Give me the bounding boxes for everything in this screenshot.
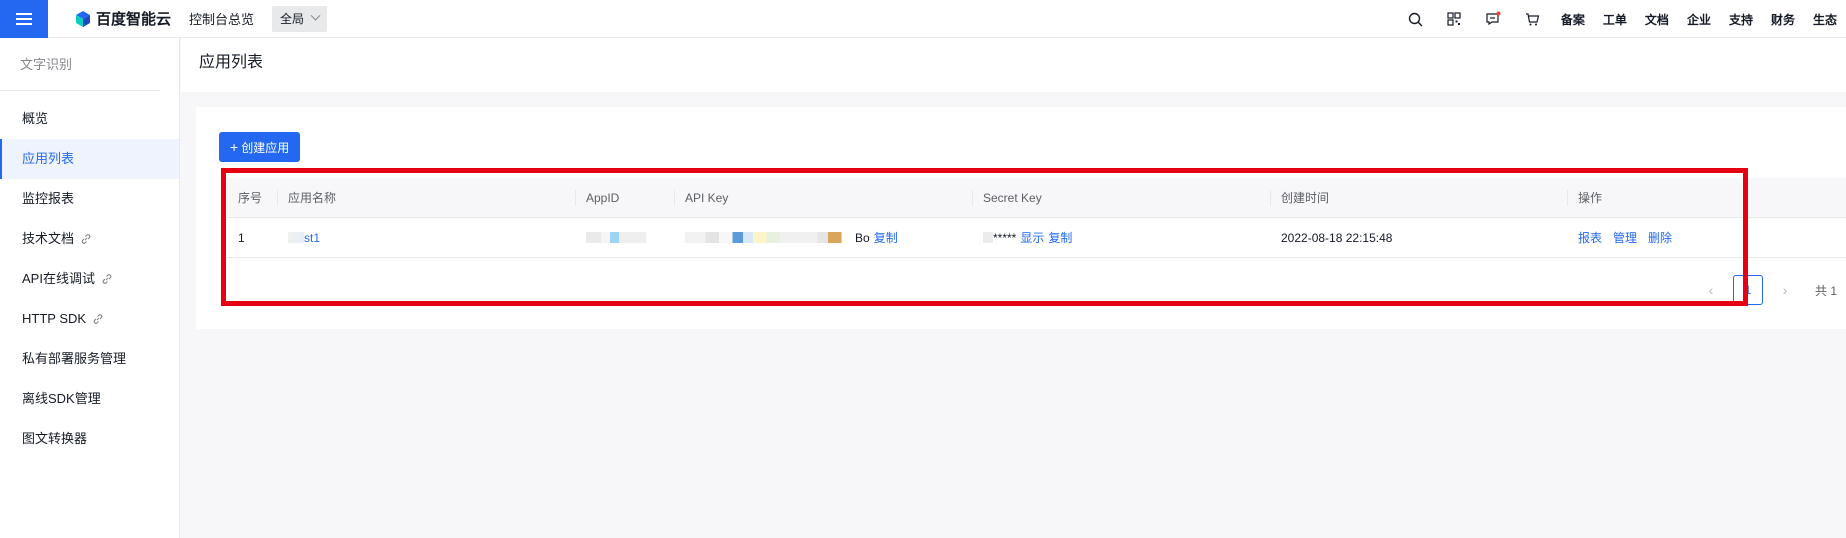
sidebar-item-label: 监控报表 xyxy=(22,191,75,206)
sidebar-item-http-sdk[interactable]: HTTP SDK xyxy=(0,299,179,339)
nav-ecosystem[interactable]: 生态 xyxy=(1804,11,1846,28)
search-icon[interactable] xyxy=(1396,0,1435,38)
console-overview-link[interactable]: 控制台总览 xyxy=(189,9,254,28)
create-app-label: 创建应用 xyxy=(241,140,290,155)
external-link-icon xyxy=(93,314,103,324)
sidebar-item-private-deploy[interactable]: 私有部署服务管理 xyxy=(0,339,179,379)
hamburger-icon xyxy=(16,12,32,25)
nav-support[interactable]: 支持 xyxy=(1720,11,1762,28)
sidebar-item-overview[interactable]: 概览 xyxy=(0,99,179,139)
page-header: 应用列表 xyxy=(181,38,1846,92)
page-title: 应用列表 xyxy=(199,54,264,71)
chevron-down-icon xyxy=(310,10,321,21)
create-app-button[interactable]: + 创建应用 xyxy=(219,132,301,162)
sidebar-item-label: 离线SDK管理 xyxy=(22,391,101,406)
sidebar-item-monitor-report[interactable]: 监控报表 xyxy=(0,179,179,219)
sidebar-item-label: 应用列表 xyxy=(22,151,75,166)
sidebar-item-label: API在线调试 xyxy=(22,271,95,286)
region-value: 全局 xyxy=(280,12,305,26)
menu-toggle-button[interactable] xyxy=(0,0,48,38)
sidebar-item-tech-docs[interactable]: 技术文档 xyxy=(0,219,179,259)
nav-beian[interactable]: 备案 xyxy=(1552,11,1594,28)
logo[interactable]: 百度智能云 xyxy=(74,8,171,29)
chevron-right-icon[interactable]: › xyxy=(1775,276,1795,304)
sidebar-item-offline-sdk[interactable]: 离线SDK管理 xyxy=(0,379,179,419)
sidebar-item-image-converter[interactable]: 图文转换器 xyxy=(0,419,179,459)
nav-docs[interactable]: 文档 xyxy=(1636,11,1678,28)
top-right-menu: 备案 工单 文档 企业 支持 财务 生态 xyxy=(1396,0,1846,38)
top-navigation-bar: 百度智能云 控制台总览 全局 备案 工单 文档 企业 支持 财务 生态 xyxy=(0,0,1846,38)
sidebar-item-api-debug[interactable]: API在线调试 xyxy=(0,259,179,299)
sidebar-title: 文字识别 xyxy=(0,38,160,91)
total-count: 共 1 xyxy=(1815,283,1838,298)
nav-ticket[interactable]: 工单 xyxy=(1594,11,1636,28)
nav-finance[interactable]: 财务 xyxy=(1762,11,1804,28)
sidebar-item-label: 概览 xyxy=(22,111,49,126)
qrcode-icon[interactable] xyxy=(1435,0,1474,38)
sidebar-item-app-list[interactable]: 应用列表 xyxy=(0,139,179,179)
sidebar-item-label: 私有部署服务管理 xyxy=(22,351,127,366)
external-link-icon xyxy=(81,234,91,244)
sidebar: 文字识别 概览 应用列表 监控报表 技术文档 API在线调试 HTTP SDK … xyxy=(0,38,180,538)
nav-enterprise[interactable]: 企业 xyxy=(1678,11,1720,28)
cart-icon[interactable] xyxy=(1513,0,1552,38)
message-icon[interactable] xyxy=(1474,0,1513,38)
logo-text: 百度智能云 xyxy=(96,11,172,28)
sidebar-item-label: 技术文档 xyxy=(22,231,75,246)
region-selector[interactable]: 全局 xyxy=(272,5,328,32)
sidebar-item-label: 图文转换器 xyxy=(22,431,88,446)
sidebar-item-label: HTTP SDK xyxy=(22,311,87,326)
logo-mark-icon xyxy=(74,10,92,28)
external-link-icon xyxy=(102,274,112,284)
plus-icon: + xyxy=(230,139,239,155)
highlight-annotation-box xyxy=(221,168,1748,306)
